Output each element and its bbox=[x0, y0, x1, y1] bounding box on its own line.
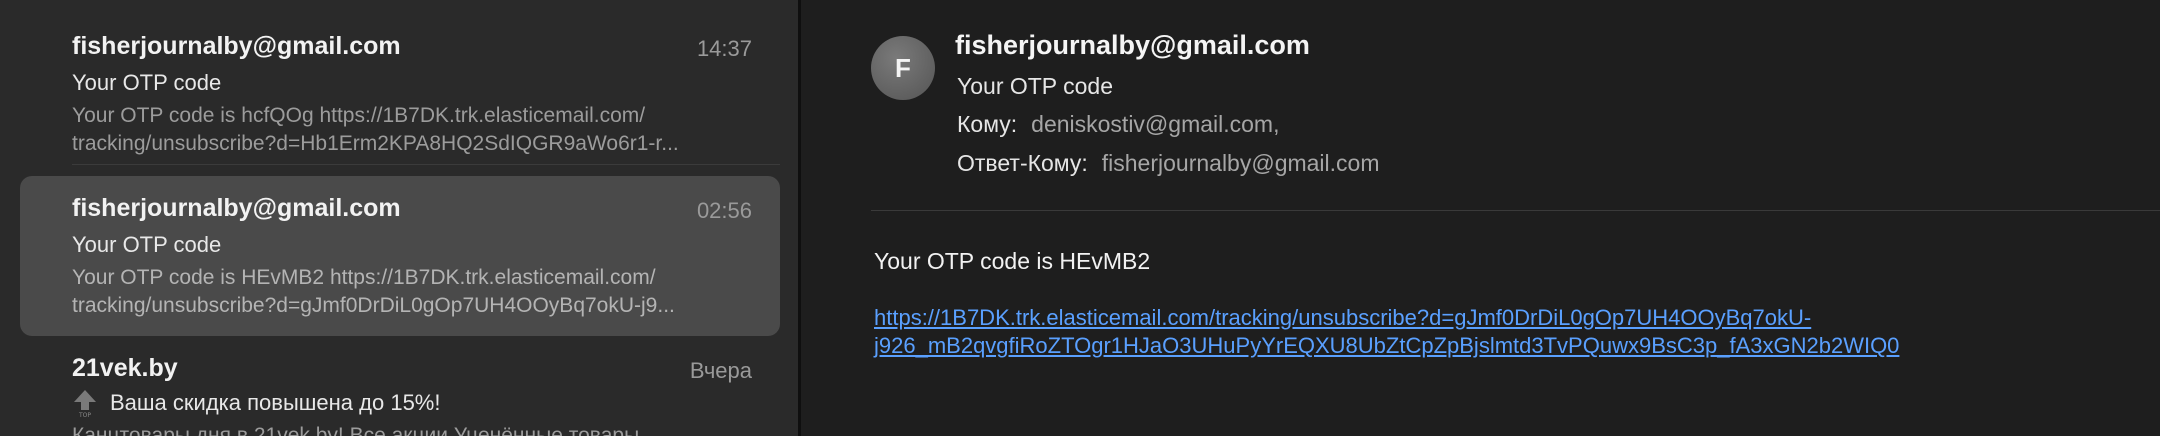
message-item-selected[interactable]: fisherjournalby@gmail.com 02:56 Your OTP… bbox=[20, 176, 780, 336]
reading-pane: F fisherjournalby@gmail.com Your OTP cod… bbox=[801, 0, 2160, 436]
message-preview-line: tracking/unsubscribe?d=gJmf0DrDiL0gOp7UH… bbox=[72, 294, 675, 317]
message-preview-line: Your OTP code is HEvMB2 https://1B7DK.tr… bbox=[72, 266, 656, 289]
sender-avatar: F bbox=[871, 36, 935, 100]
message-sender: 21vek.by bbox=[72, 354, 178, 382]
mail-app: fisherjournalby@gmail.com 14:37 Your OTP… bbox=[0, 0, 2160, 436]
header-to-value[interactable]: deniskostiv@gmail.com, bbox=[1031, 111, 1279, 137]
message-subject: Your OTP code bbox=[72, 232, 222, 257]
message-time: 14:37 bbox=[696, 36, 752, 61]
header-reply-to-row: Ответ-Кому: fisherjournalby@gmail.com bbox=[957, 150, 1380, 177]
email-body-text: Your OTP code is HEvMB2 bbox=[874, 248, 1151, 274]
message-item[interactable]: 21vek.by Вчера TOP Ваша скидка повышена … bbox=[20, 342, 780, 436]
message-sender: fisherjournalby@gmail.com bbox=[72, 32, 401, 60]
message-preview: Your OTP code is HEvMB2 https://1B7DK.tr… bbox=[72, 264, 762, 320]
header-reply-to-label: Ответ-Кому: bbox=[957, 150, 1088, 176]
link-line[interactable]: https://1B7DK.trk.elasticemail.com/track… bbox=[874, 304, 2034, 332]
top-promo-icon: TOP bbox=[74, 390, 96, 418]
message-list: fisherjournalby@gmail.com 14:37 Your OTP… bbox=[0, 0, 798, 436]
header-to-row: Кому: deniskostiv@gmail.com, bbox=[957, 111, 1279, 138]
message-preview-line: tracking/unsubscribe?d=Hb1Erm2KPA8HQ2SdI… bbox=[72, 132, 679, 155]
unsubscribe-link[interactable]: https://1B7DK.trk.elasticemail.com/track… bbox=[874, 304, 2034, 360]
header-subject: Your OTP code bbox=[957, 73, 1113, 99]
message-item[interactable]: fisherjournalby@gmail.com 14:37 Your OTP… bbox=[20, 18, 780, 158]
message-time: 02:56 bbox=[696, 198, 752, 223]
message-preview-line: Канцтовары дня в 21vek.by! Все акции Уце… bbox=[72, 424, 640, 436]
link-line[interactable]: j926_mB2qvgfiRoZTOgr1HJaO3UHuPyYrEQXU8Ub… bbox=[874, 332, 2034, 360]
message-preview: Your OTP code is hcfQOg https://1B7DK.tr… bbox=[72, 102, 762, 158]
header-divider bbox=[871, 210, 2160, 211]
svg-text:TOP: TOP bbox=[78, 412, 91, 418]
message-subject: Your OTP code bbox=[72, 70, 222, 95]
message-sender: fisherjournalby@gmail.com bbox=[72, 194, 401, 222]
message-preview-line: Your OTP code is hcfQOg https://1B7DK.tr… bbox=[72, 104, 646, 127]
header-from[interactable]: fisherjournalby@gmail.com bbox=[955, 30, 1310, 61]
header-reply-to-value[interactable]: fisherjournalby@gmail.com bbox=[1102, 150, 1380, 176]
message-subject: Ваша скидка повышена до 15%! bbox=[110, 390, 441, 415]
message-time: Вчера bbox=[689, 358, 752, 383]
message-divider bbox=[72, 164, 780, 165]
message-preview: Канцтовары дня в 21vek.by! Все акции Уце… bbox=[72, 422, 762, 436]
header-to-label: Кому: bbox=[957, 111, 1018, 137]
